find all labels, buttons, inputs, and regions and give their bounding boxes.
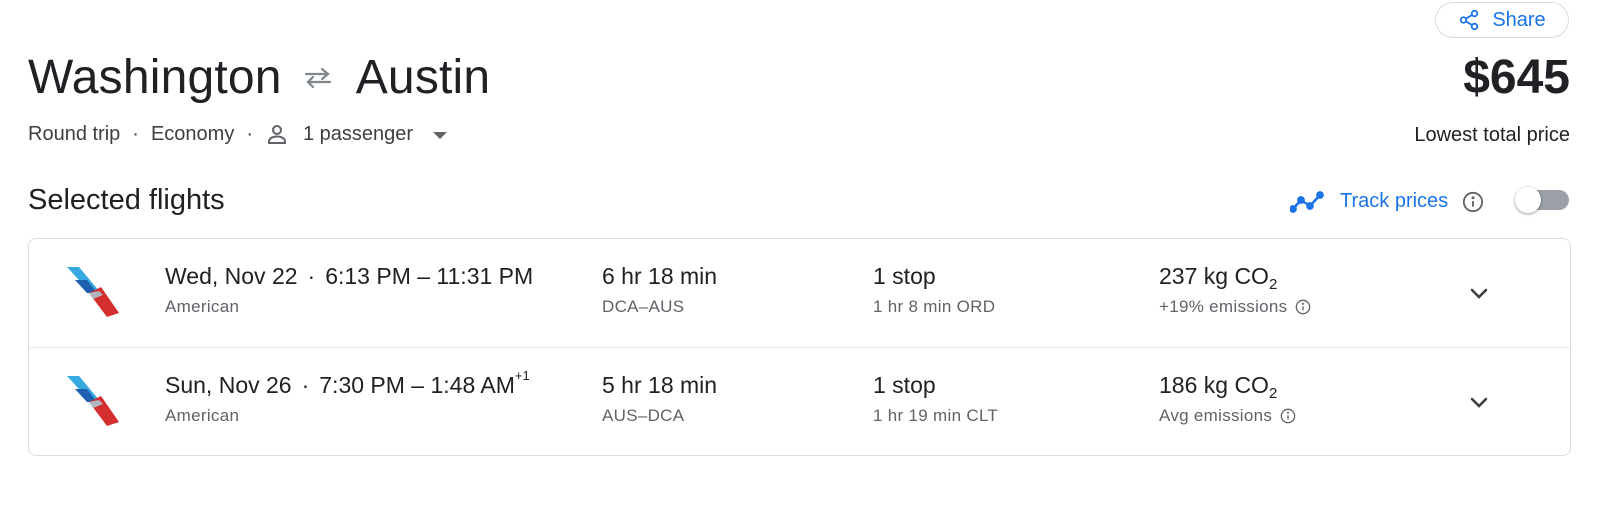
chevron-down-icon[interactable] xyxy=(1465,279,1493,307)
airport-codes: AUS–DCA xyxy=(602,406,685,425)
person-icon xyxy=(268,125,286,144)
separator-dot: · xyxy=(307,263,316,289)
stop-count: 1 stop xyxy=(873,372,936,398)
day-offset: +1 xyxy=(514,368,530,383)
stop-count: 1 stop xyxy=(873,263,936,289)
track-prices-toggle[interactable] xyxy=(1515,187,1571,215)
chevron-down-icon[interactable] xyxy=(1465,388,1493,416)
layover-info: 1 hr 19 min CLT xyxy=(873,406,999,425)
flight-duration: 5 hr 18 min xyxy=(602,372,718,398)
flight-times: Wed, Nov 22 · 6:13 PM – 11:31 PM xyxy=(165,263,533,290)
flight-row[interactable]: Wed, Nov 22 · 6:13 PM – 11:31 PM American … xyxy=(29,239,1570,347)
flight-date: Sun, Nov 26 xyxy=(165,372,292,398)
airline-name: American xyxy=(165,406,240,425)
flight-duration: 6 hr 18 min xyxy=(602,263,718,289)
emissions-subscript: 2 xyxy=(1268,385,1278,402)
share-button[interactable]: Share xyxy=(1435,2,1569,38)
emissions-value: 237 kg CO xyxy=(1159,263,1269,289)
departure-arrival: 6:13 PM – 11:31 PM xyxy=(325,263,534,289)
toggle-knob xyxy=(1515,187,1541,213)
emissions-note-text: +19% emissions xyxy=(1159,297,1288,316)
separator-dot: · xyxy=(132,122,139,145)
layover-info: 1 hr 8 min ORD xyxy=(873,297,996,316)
selected-flights-title: Selected flights xyxy=(28,184,225,216)
cabin-class: Economy xyxy=(150,122,235,145)
origin-city: Washington xyxy=(28,51,282,104)
trip-options: Round trip · Economy · 1 passenger xyxy=(28,122,448,146)
flight-times: Sun, Nov 26 · 7:30 PM – 1:48 AM+1 xyxy=(165,368,530,399)
separator-dot: · xyxy=(301,372,310,398)
passenger-count: 1 passenger xyxy=(303,122,414,145)
co2-emissions: 186 kg CO2 xyxy=(1159,372,1278,402)
trip-type: Round trip xyxy=(28,122,121,145)
swap-arrows-icon xyxy=(302,67,334,89)
track-prices[interactable]: Track prices xyxy=(1290,190,1484,213)
info-icon[interactable] xyxy=(1295,299,1311,315)
emissions-note-text: Avg emissions xyxy=(1159,406,1273,425)
flight-row[interactable]: Sun, Nov 26 · 7:30 PM – 1:48 AM+1 American… xyxy=(29,348,1570,456)
separator-dot: · xyxy=(246,122,253,145)
share-label: Share xyxy=(1492,8,1546,31)
price-trend-icon xyxy=(1290,190,1324,213)
airport-codes: DCA–AUS xyxy=(602,297,685,316)
departure-arrival: 7:30 PM – 1:48 AM xyxy=(319,372,515,398)
selected-flights-card: Wed, Nov 22 · 6:13 PM – 11:31 PM American … xyxy=(28,238,1571,456)
airline-name: American xyxy=(165,297,240,316)
emissions-value: 186 kg CO xyxy=(1159,372,1269,398)
american-airlines-logo xyxy=(67,267,119,317)
emissions-note: Avg emissions xyxy=(1159,406,1296,426)
track-prices-label: Track prices xyxy=(1340,190,1449,212)
passenger-selector[interactable]: 1 passenger xyxy=(265,122,448,146)
info-icon[interactable] xyxy=(1462,191,1484,213)
share-icon xyxy=(1460,9,1479,31)
flight-date: Wed, Nov 22 xyxy=(165,263,298,289)
emissions-subscript: 2 xyxy=(1268,276,1278,293)
info-icon[interactable] xyxy=(1280,408,1296,424)
lowest-price: $645 xyxy=(1463,51,1570,104)
emissions-note: +19% emissions xyxy=(1159,297,1311,317)
co2-emissions: 237 kg CO2 xyxy=(1159,263,1278,293)
route-title: Washington Austin xyxy=(28,50,490,105)
lowest-price-label: Lowest total price xyxy=(1414,124,1570,146)
american-airlines-logo xyxy=(67,376,119,426)
destination-city: Austin xyxy=(355,51,491,104)
caret-down-icon xyxy=(433,131,448,139)
